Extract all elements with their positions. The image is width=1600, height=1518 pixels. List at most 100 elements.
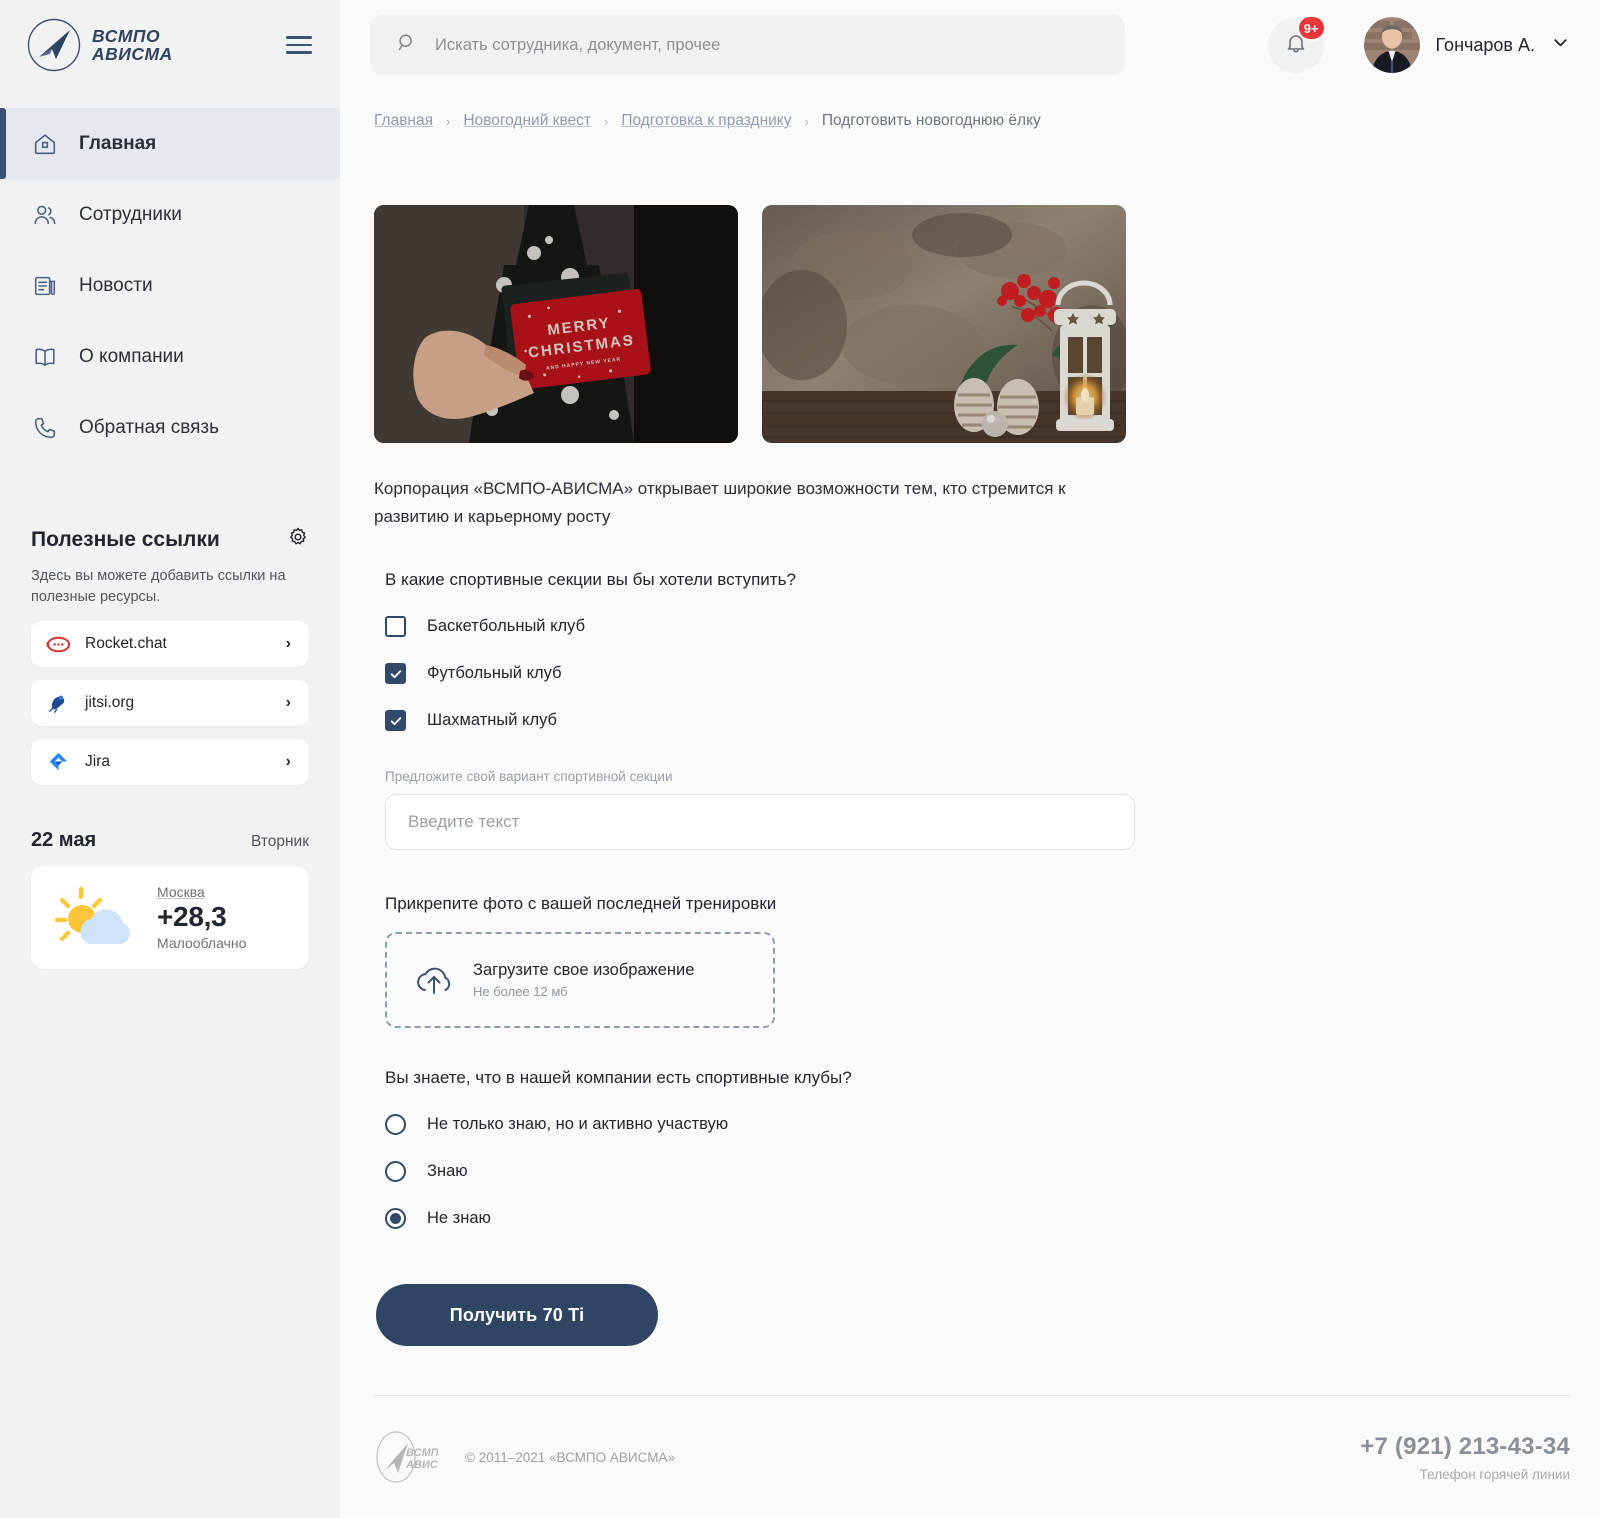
sidebar-nav: Главная Сотрудники Новости О компании Об… <box>0 108 340 463</box>
breadcrumb-separator: › <box>804 113 809 129</box>
breadcrumb-separator: › <box>603 113 609 129</box>
avatar <box>1363 17 1420 73</box>
sidebar-item-label: Обратная связь <box>79 416 219 438</box>
useful-links-block: Полезные ссылки Здесь вы можете добавить… <box>0 526 340 786</box>
brand-name: ВСМПО АВИСМА <box>92 26 173 64</box>
radio-question-block: Вы знаете, что в нашей компании есть спо… <box>374 1068 1570 1230</box>
search-input[interactable]: Искать сотрудника, документ, прочее <box>370 15 1125 75</box>
weather-condition: Малооблачно <box>157 934 247 951</box>
useful-links-title: Полезные ссылки <box>31 527 220 551</box>
radio-option-label: Знаю <box>427 1162 468 1181</box>
search-icon <box>396 32 417 58</box>
brand-logo-link[interactable]: ВСМПО АВИСМА <box>26 17 173 73</box>
vsmpo-avisma-logo-icon <box>26 17 82 73</box>
breadcrumb-item-2[interactable]: Подготовка к празднику <box>621 112 791 130</box>
weather-city: Москва <box>157 884 205 901</box>
top-bar-right: 9+ Гончаров А. <box>1267 15 1570 73</box>
svg-text:ВСМПО: ВСМПО <box>406 1447 438 1459</box>
footer-hotline-label: Телефон горячей линии <box>1419 1466 1570 1482</box>
radio-selected-icon[interactable] <box>385 1208 406 1230</box>
checkbox-question-block: В какие спортивные секции вы бы хотели в… <box>374 570 1570 732</box>
radio-option-active-participant[interactable]: Не только знаю, но и активно участвую <box>385 1114 1570 1136</box>
breadcrumb-item-1[interactable]: Новогодний квест <box>463 112 591 130</box>
checkbox-option-chess[interactable]: Шахматный клуб <box>385 710 1570 732</box>
user-menu[interactable]: Гончаров А. <box>1363 17 1570 73</box>
book-icon <box>31 343 59 371</box>
photo-gallery: MERRY CHRISTMAS AND HAPPY NEW YEAR <box>374 205 1570 443</box>
checkbox-icon[interactable] <box>385 616 406 638</box>
custom-section-input[interactable]: Введите текст <box>385 794 1135 851</box>
svg-text:АВИСМА: АВИСМА <box>405 1459 438 1471</box>
upload-label: Прикрепите фото с вашей последней тренир… <box>385 894 777 914</box>
notification-badge: 9+ <box>1296 15 1326 41</box>
notifications-button[interactable]: 9+ <box>1267 15 1326 73</box>
jitsi-icon <box>45 690 71 716</box>
checkbox-option-label: Шахматный клуб <box>427 711 557 730</box>
users-icon <box>31 201 59 229</box>
breadcrumb-item-0[interactable]: Главная <box>374 112 433 130</box>
weather-card[interactable]: Москва +28,3 Малооблачно <box>31 866 309 970</box>
radio-icon[interactable] <box>385 1114 406 1136</box>
dropzone-texts: Загрузите свое изображение Не более 12 м… <box>473 961 694 999</box>
current-date: 22 мая <box>31 829 97 852</box>
hamburger-menu-icon[interactable] <box>286 36 312 54</box>
chevron-right-icon: › <box>285 753 291 771</box>
app-root: ВСМПО АВИСМА Главная Сотрудники Новости … <box>0 0 1600 1518</box>
news-icon <box>31 272 59 300</box>
file-dropzone[interactable]: Загрузите свое изображение Не более 12 м… <box>385 932 775 1029</box>
breadcrumb-separator: › <box>446 113 451 129</box>
home-icon <box>31 130 59 158</box>
radio-question-title: Вы знаете, что в нашей компании есть спо… <box>385 1068 852 1088</box>
sun-cloud-icon <box>45 878 149 958</box>
radio-option-dont-know[interactable]: Не знаю <box>385 1208 1570 1230</box>
sidebar-item-sotrudniki[interactable]: Сотрудники <box>0 179 340 250</box>
radio-icon[interactable] <box>385 1161 406 1183</box>
photo-christmas-card: MERRY CHRISTMAS AND HAPPY NEW YEAR <box>374 205 738 443</box>
submit-button[interactable]: Получить 70 Ti <box>376 1284 658 1347</box>
content: Главная › Новогодний квест › Подготовка … <box>340 90 1600 1395</box>
footer-copyright: © 2011–2021 «ВСМПО АВИСМА» <box>465 1449 675 1465</box>
main-area: Искать сотрудника, документ, прочее 9+ Г… <box>340 0 1600 1518</box>
custom-section-field: Предложите свой вариант спортивной секци… <box>374 769 1135 851</box>
sidebar: ВСМПО АВИСМА Главная Сотрудники Новости … <box>0 0 340 1518</box>
sidebar-item-o-kompanii[interactable]: О компании <box>0 321 340 392</box>
checkbox-question-title: В какие спортивные секции вы бы хотели в… <box>385 570 796 590</box>
sidebar-item-label: Новости <box>79 274 153 296</box>
radio-option-know[interactable]: Знаю <box>385 1161 1570 1183</box>
sidebar-item-obratnaya-svyaz[interactable]: Обратная связь <box>0 392 340 463</box>
top-bar: Искать сотрудника, документ, прочее 9+ Г… <box>340 0 1600 90</box>
chevron-right-icon: › <box>285 694 291 712</box>
search-placeholder: Искать сотрудника, документ, прочее <box>435 35 721 54</box>
link-item-jitsi[interactable]: jitsi.org › <box>31 680 309 727</box>
link-item-label: jitsi.org <box>85 694 135 712</box>
radio-option-label: Не знаю <box>427 1209 491 1228</box>
footer-phone[interactable]: +7 (921) 213-43-34 <box>1360 1433 1570 1461</box>
link-item-jira[interactable]: Jira › <box>31 739 309 786</box>
checkbox-checked-icon[interactable] <box>385 663 406 685</box>
sidebar-item-novosti[interactable]: Новости <box>0 250 340 321</box>
chevron-down-icon <box>1551 33 1570 57</box>
sidebar-item-label: О компании <box>79 345 184 367</box>
breadcrumb-item-current: Подготовить новогоднюю ёлку <box>821 112 1041 129</box>
checkbox-option-label: Баскетбольный клуб <box>427 617 586 636</box>
intro-text: Корпорация «ВСМПО-АВИСМА» открывает широ… <box>374 479 1066 526</box>
useful-links-header: Полезные ссылки <box>31 526 309 553</box>
sidebar-item-glavnaya[interactable]: Главная <box>0 108 340 179</box>
weather-block: 22 мая Вторник Москва +28,3 Малооблачно <box>0 829 340 970</box>
checkbox-option-basketball[interactable]: Баскетбольный клуб <box>385 616 1570 638</box>
checkbox-option-football[interactable]: Футбольный клуб <box>385 663 1570 685</box>
user-name: Гончаров А. <box>1435 34 1535 55</box>
checkbox-option-label: Футбольный клуб <box>427 664 562 683</box>
breadcrumb: Главная › Новогодний квест › Подготовка … <box>374 90 1570 130</box>
vsmpo-avisma-logo-icon: ВСМПОАВИСМА <box>374 1425 455 1489</box>
sidebar-header: ВСМПО АВИСМА <box>0 0 340 90</box>
weather-temperature: +28,3 <box>157 901 227 933</box>
phone-icon <box>31 414 59 442</box>
rocketchat-icon <box>45 631 71 657</box>
cloud-upload-icon <box>413 959 455 1001</box>
gear-icon[interactable] <box>287 526 309 553</box>
link-item-rocketchat[interactable]: Rocket.chat › <box>31 621 309 668</box>
sidebar-item-label: Главная <box>79 132 157 154</box>
dropzone-hint: Не более 12 мб <box>473 984 568 1000</box>
checkbox-checked-icon[interactable] <box>385 710 406 732</box>
